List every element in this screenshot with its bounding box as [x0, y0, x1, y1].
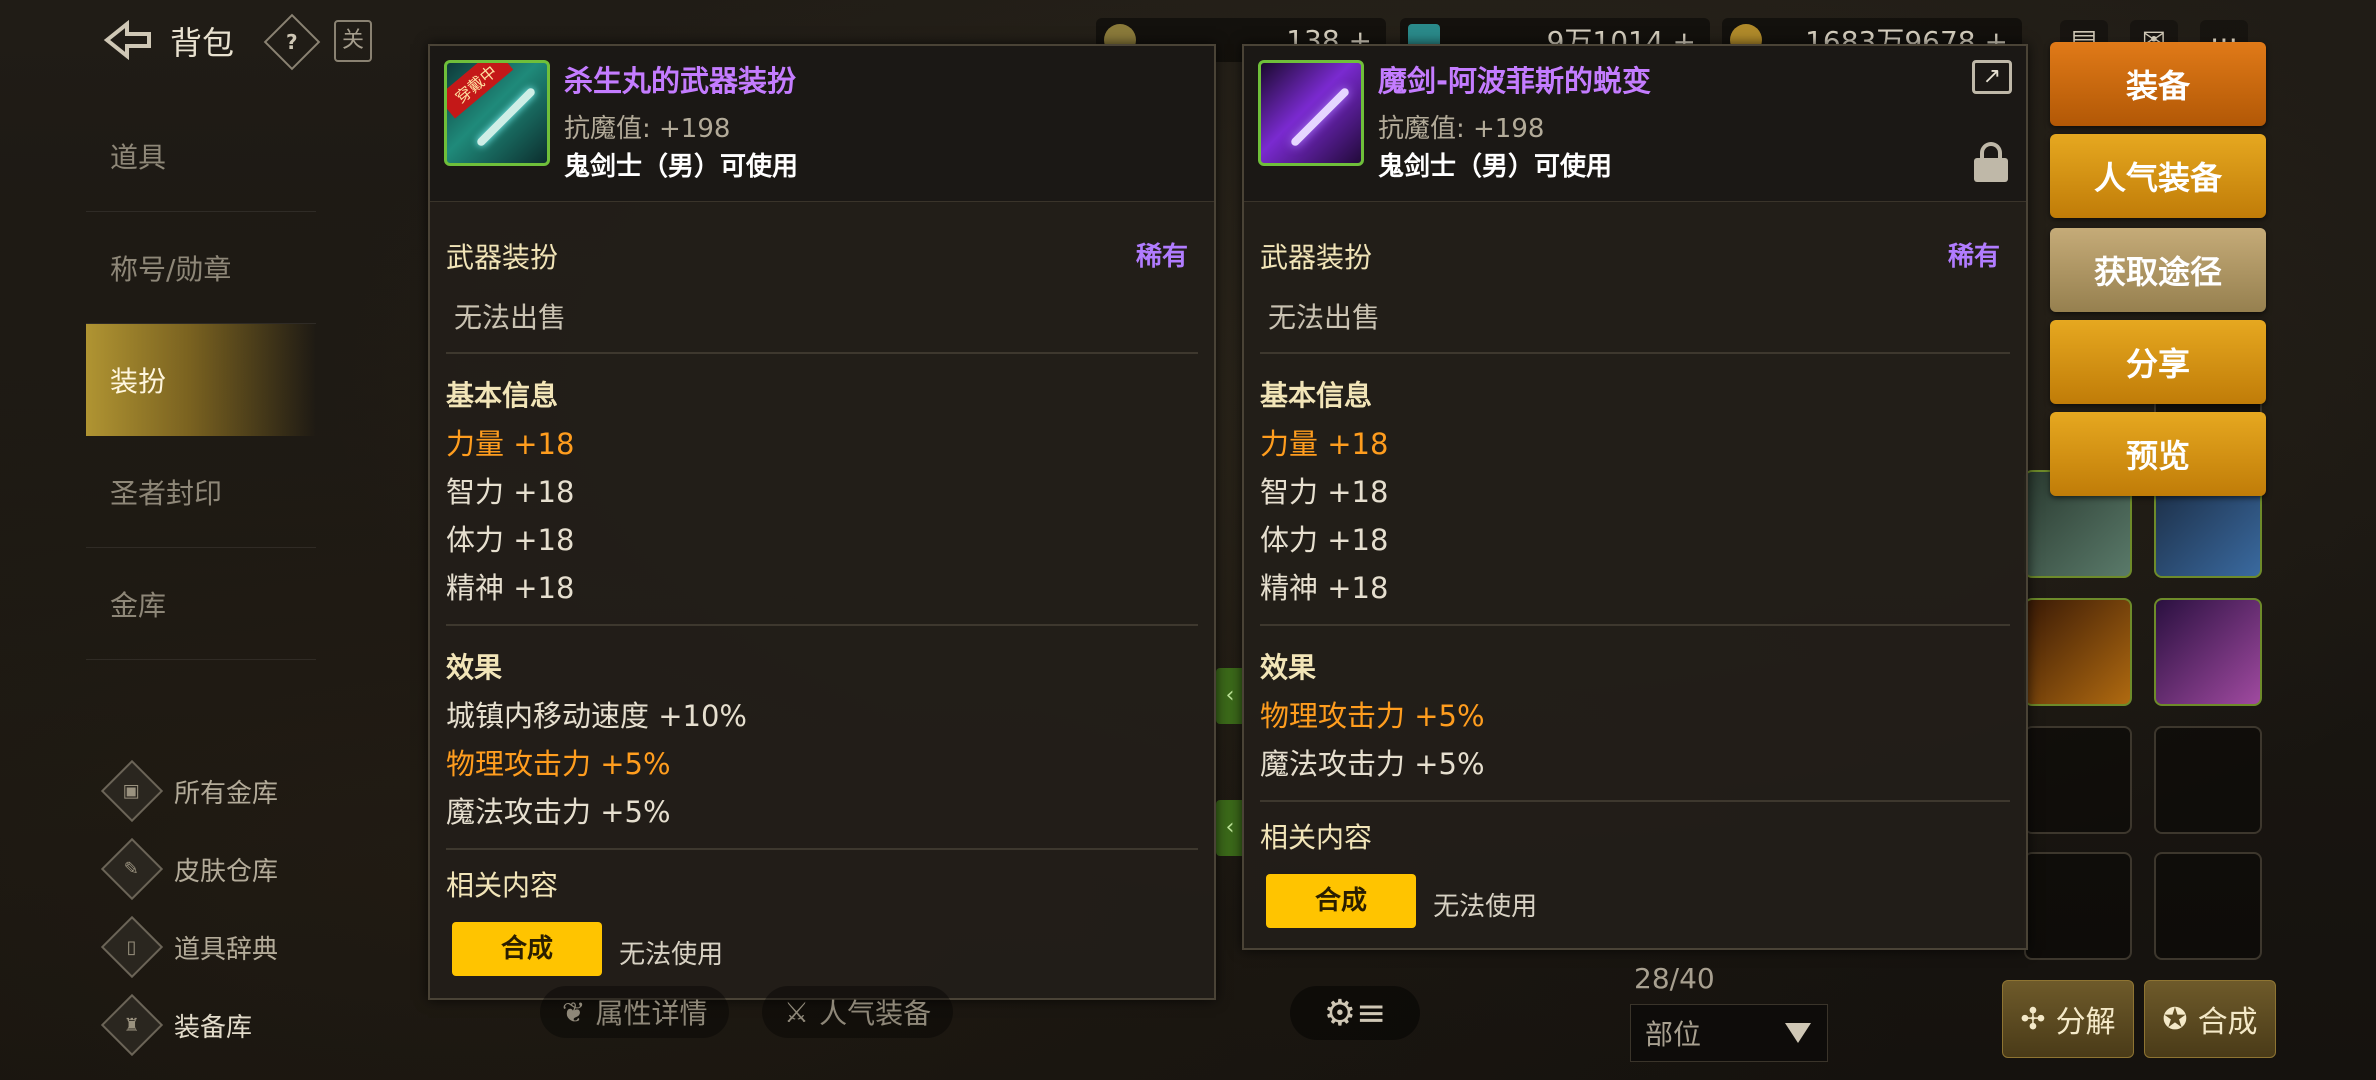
tooltip-header: 魔剑-阿波菲斯的蜕变 抗魔值: +198 鬼剑士（男）可使用 ↗: [1244, 46, 2026, 202]
equipment-library-link[interactable]: ♜ 装备库: [100, 986, 330, 1064]
basic-info-section: 基本信息 力量 +18 智力 +18 体力 +18 精神 +18: [430, 354, 1214, 624]
item-category: 武器装扮: [1260, 241, 1373, 274]
inventory-count: 28/40: [1634, 962, 1715, 995]
item-tooltip-compare: 魔剑-阿波菲斯的蜕变 抗魔值: +198 鬼剑士（男）可使用 ↗ 武器装扮 稀有…: [1242, 44, 2028, 950]
sword-icon: [1289, 86, 1351, 148]
item-class-requirement: 鬼剑士（男）可使用: [1378, 152, 1613, 182]
item-tooltip-equipped: 穿戴中 杀生丸的武器装扮 抗魔值: +198 鬼剑士（男）可使用 武器装扮 稀有…: [428, 44, 1216, 1000]
panel-toggle-tab[interactable]: ‹: [1216, 668, 1244, 724]
rarity-label: 稀有: [1135, 242, 1188, 272]
inventory-slot[interactable]: [2154, 852, 2262, 960]
inventory-slot[interactable]: [2024, 726, 2132, 834]
effect-row: 物理攻击力 +5%: [1260, 699, 1485, 733]
item-class-requirement: 鬼剑士（男）可使用: [564, 152, 799, 182]
armor-icon: ♜: [100, 993, 164, 1057]
share-button[interactable]: 分享: [2050, 320, 2266, 404]
basic-info-section: 基本信息 力量 +18 智力 +18 体力 +18 精神 +18: [1244, 354, 2026, 624]
panel-toggle-tab[interactable]: ‹: [1216, 800, 1244, 856]
item-category: 武器装扮: [446, 241, 559, 274]
back-arrow-icon: [103, 20, 151, 60]
inventory-slot[interactable]: [2154, 598, 2262, 706]
side-links: ▣ 所有金库 ✎ 皮肤仓库 ▯ 道具辞典 ♜ 装备库: [100, 752, 330, 1064]
lock-icon[interactable]: [1974, 142, 2008, 182]
item-resist: 抗魔值: +198: [1378, 114, 1545, 144]
equip-button[interactable]: 装备: [2050, 42, 2266, 126]
star-icon: ✪: [2162, 1001, 2188, 1037]
inventory-slot[interactable]: [2154, 726, 2262, 834]
sell-status: 无法出售: [454, 301, 567, 334]
basic-info-title: 基本信息: [1260, 379, 1373, 412]
nav-item-avatar[interactable]: 装扮: [86, 324, 316, 436]
effect-section: 效果 物理攻击力 +5% 魔法攻击力 +5%: [1244, 626, 2026, 800]
related-title: 相关内容: [1260, 821, 1373, 854]
stat-row: 力量 +18: [446, 427, 575, 461]
related-title: 相关内容: [446, 869, 559, 902]
decompose-icon: ✣: [2020, 1001, 2046, 1037]
effect-row: 城镇内移动速度 +10%: [446, 699, 747, 733]
item-icon: 穿戴中: [444, 60, 550, 166]
nav-item-items[interactable]: 道具: [86, 100, 316, 212]
attribute-detail-tab[interactable]: ❦ 属性详情: [540, 986, 730, 1038]
item-name: 杀生丸的武器装扮: [564, 64, 797, 98]
equipped-badge: 穿戴中: [447, 63, 514, 119]
page-title: 背包: [170, 24, 235, 62]
synthesize-button[interactable]: 合成: [1266, 874, 1416, 928]
sell-status: 无法出售: [1268, 301, 1381, 334]
dictionary-icon: ▯: [100, 915, 164, 979]
settings-gear-icon[interactable]: ⚙≡: [1290, 986, 1420, 1040]
decompose-button[interactable]: ✣ 分解: [2002, 980, 2134, 1058]
stat-row: 体力 +18: [1260, 523, 1389, 557]
effect-row: 魔法攻击力 +5%: [1260, 747, 1485, 781]
synthesize-button[interactable]: 合成: [452, 922, 602, 976]
nav-item-vault[interactable]: 金库: [86, 548, 316, 660]
synth-note: 无法使用: [619, 940, 724, 970]
stat-row: 体力 +18: [446, 523, 575, 557]
item-icon: [1258, 60, 1364, 166]
share-icon[interactable]: ↗: [1972, 60, 2012, 94]
stat-row: 精神 +18: [1260, 571, 1389, 605]
inventory-slot[interactable]: [2024, 852, 2132, 960]
item-resist: 抗魔值: +198: [564, 114, 731, 144]
item-dictionary-link[interactable]: ▯ 道具辞典: [100, 908, 330, 986]
stat-row: 精神 +18: [446, 571, 575, 605]
calendar-icon[interactable]: 关: [334, 20, 372, 62]
preview-button[interactable]: 预览: [2050, 412, 2266, 496]
effect-section: 效果 城镇内移动速度 +10% 物理攻击力 +5% 魔法攻击力 +5%: [430, 626, 1214, 848]
tooltip-header: 穿戴中 杀生丸的武器装扮 抗魔值: +198 鬼剑士（男）可使用: [430, 46, 1214, 202]
inventory-slot[interactable]: [2024, 598, 2132, 706]
nav-item-titles[interactable]: 称号/勋章: [86, 212, 316, 324]
popular-icon: ⚔: [784, 995, 810, 1029]
attribute-icon: ❦: [562, 995, 586, 1029]
category-section: 武器装扮 稀有 无法出售: [430, 202, 1214, 352]
category-nav: 道具 称号/勋章 装扮 圣者封印 金库: [86, 100, 316, 660]
effect-title: 效果: [1260, 651, 1317, 684]
vault-icon: ▣: [100, 759, 164, 823]
back-button[interactable]: [100, 16, 156, 64]
category-section: 武器装扮 稀有 无法出售: [1244, 202, 2026, 352]
stat-row: 力量 +18: [1260, 427, 1389, 461]
related-section: 相关内容 合成 无法使用: [1244, 802, 2026, 928]
all-vault-link[interactable]: ▣ 所有金库: [100, 752, 330, 830]
weapon-icon: [475, 86, 537, 148]
synth-note: 无法使用: [1433, 892, 1538, 922]
basic-info-title: 基本信息: [446, 379, 559, 412]
slot-filter-dropdown[interactable]: 部位: [1630, 1004, 1828, 1062]
obtain-route-button[interactable]: 获取途径: [2050, 228, 2266, 312]
nav-item-seal[interactable]: 圣者封印: [86, 436, 316, 548]
synthesize-all-button[interactable]: ✪ 合成: [2144, 980, 2276, 1058]
rarity-label: 稀有: [1947, 242, 2000, 272]
chevron-down-icon: [1785, 1023, 1811, 1043]
skin-storage-link[interactable]: ✎ 皮肤仓库: [100, 830, 330, 908]
brush-icon: ✎: [100, 837, 164, 901]
stat-row: 智力 +18: [446, 475, 575, 509]
popular-equipment-button[interactable]: 人气装备: [2050, 134, 2266, 218]
item-name: 魔剑-阿波菲斯的蜕变: [1378, 64, 1652, 98]
effect-row: 物理攻击力 +5%: [446, 747, 671, 781]
effect-title: 效果: [446, 651, 503, 684]
effect-row: 魔法攻击力 +5%: [446, 795, 671, 829]
related-section: 相关内容 合成 无法使用: [430, 850, 1214, 976]
popular-equipment-tab[interactable]: ⚔ 人气装备: [762, 986, 954, 1038]
help-icon[interactable]: ?: [263, 13, 321, 71]
stat-row: 智力 +18: [1260, 475, 1389, 509]
